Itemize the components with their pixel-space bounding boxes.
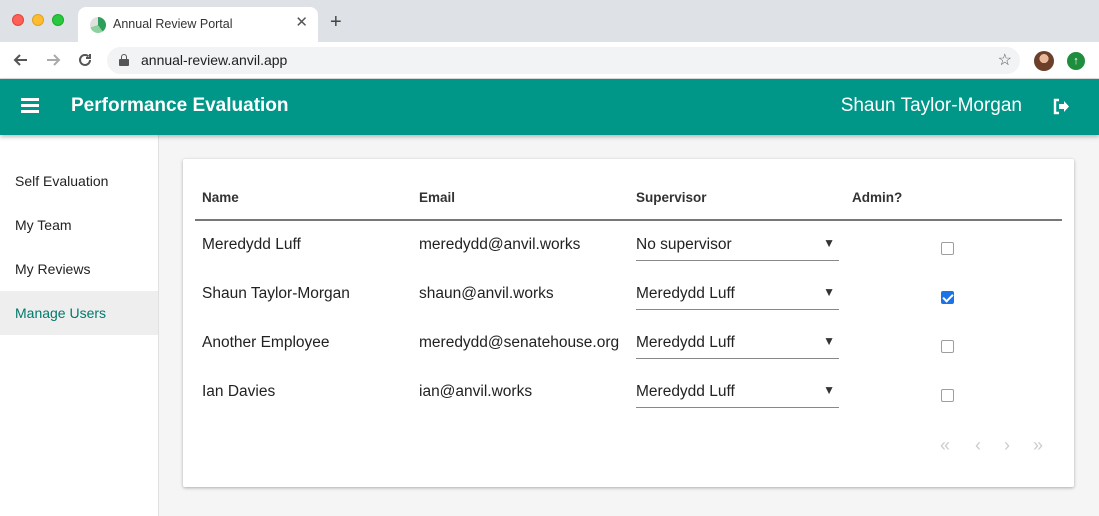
supervisor-value: Meredydd Luff xyxy=(636,334,735,351)
admin-checkbox[interactable] xyxy=(941,291,954,304)
supervisor-value: No supervisor xyxy=(636,236,732,253)
new-tab-button[interactable]: + xyxy=(330,12,342,32)
url-text: annual-review.anvil.app xyxy=(141,52,288,68)
column-header-name: Name xyxy=(202,190,239,205)
user-name-cell: Another Employee xyxy=(202,334,330,351)
dropdown-arrow-icon: ▼ xyxy=(823,236,835,250)
extension-update-icon[interactable]: ↑ xyxy=(1067,52,1085,70)
supervisor-dropdown[interactable]: Meredydd Luff ▼ xyxy=(636,330,839,359)
column-header-email: Email xyxy=(419,190,456,205)
first-page-icon[interactable]: « xyxy=(940,435,950,456)
column-header-admin: Admin? xyxy=(852,190,903,205)
admin-checkbox[interactable] xyxy=(941,340,954,353)
next-page-icon[interactable]: › xyxy=(1004,435,1010,456)
header-divider xyxy=(195,219,1062,221)
user-name-cell: Shaun Taylor-Morgan xyxy=(202,285,350,302)
user-name: Shaun Taylor-Morgan xyxy=(840,95,1022,116)
tab-title: Annual Review Portal xyxy=(113,17,233,31)
window-minimize-button[interactable] xyxy=(32,14,44,26)
sidebar-item-my-reviews[interactable]: My Reviews xyxy=(0,247,158,291)
user-email-cell: meredydd@anvil.works xyxy=(419,236,581,253)
admin-checkbox[interactable] xyxy=(941,242,954,255)
sidebar: Self Evaluation My Team My Reviews Manag… xyxy=(0,135,159,516)
favicon-icon xyxy=(90,17,106,33)
reload-icon[interactable] xyxy=(74,49,96,71)
address-bar[interactable]: annual-review.anvil.app ☆ xyxy=(107,47,1020,74)
dropdown-arrow-icon: ▼ xyxy=(823,383,835,397)
window-close-button[interactable] xyxy=(12,14,24,26)
prev-page-icon[interactable]: ‹ xyxy=(975,435,981,456)
supervisor-value: Meredydd Luff xyxy=(636,383,735,400)
users-card: Name Email Supervisor Admin? Meredydd Lu… xyxy=(183,159,1074,487)
user-email-cell: ian@anvil.works xyxy=(419,383,533,400)
forward-arrow-icon[interactable] xyxy=(42,49,64,71)
column-header-supervisor: Supervisor xyxy=(636,190,707,205)
user-email-cell: meredydd@senatehouse.org xyxy=(419,334,620,351)
supervisor-value: Meredydd Luff xyxy=(636,285,735,302)
sidebar-item-my-team[interactable]: My Team xyxy=(0,203,158,247)
browser-tab[interactable]: Annual Review Portal ✕ xyxy=(78,7,318,42)
browser-tabbar: Annual Review Portal ✕ + xyxy=(0,0,1099,42)
sidebar-item-manage-users[interactable]: Manage Users xyxy=(0,291,158,335)
window-zoom-button[interactable] xyxy=(52,14,64,26)
last-page-icon[interactable]: » xyxy=(1033,435,1043,456)
sidebar-item-self-evaluation[interactable]: Self Evaluation xyxy=(0,159,158,203)
user-email-cell: shaun@anvil.works xyxy=(419,285,554,302)
hamburger-icon[interactable] xyxy=(21,98,39,114)
user-name-cell: Ian Davies xyxy=(202,383,276,400)
supervisor-dropdown[interactable]: No supervisor ▼ xyxy=(636,232,839,261)
app-title: Performance Evaluation xyxy=(71,95,289,116)
lock-icon xyxy=(119,54,129,66)
back-arrow-icon[interactable] xyxy=(10,49,32,71)
app-header: Performance Evaluation Shaun Taylor-Morg… xyxy=(0,79,1099,135)
user-name-cell: Meredydd Luff xyxy=(202,236,301,253)
supervisor-dropdown[interactable]: Meredydd Luff ▼ xyxy=(636,379,839,408)
logout-icon[interactable] xyxy=(1052,98,1070,115)
dropdown-arrow-icon: ▼ xyxy=(823,334,835,348)
dropdown-arrow-icon: ▼ xyxy=(823,285,835,299)
admin-checkbox[interactable] xyxy=(941,389,954,402)
tab-close-icon[interactable]: ✕ xyxy=(295,14,308,32)
supervisor-dropdown[interactable]: Meredydd Luff ▼ xyxy=(636,281,839,310)
browser-toolbar: annual-review.anvil.app ☆ ↑ xyxy=(0,42,1099,79)
profile-avatar[interactable] xyxy=(1034,51,1054,71)
bookmark-star-icon[interactable]: ☆ xyxy=(998,50,1012,70)
